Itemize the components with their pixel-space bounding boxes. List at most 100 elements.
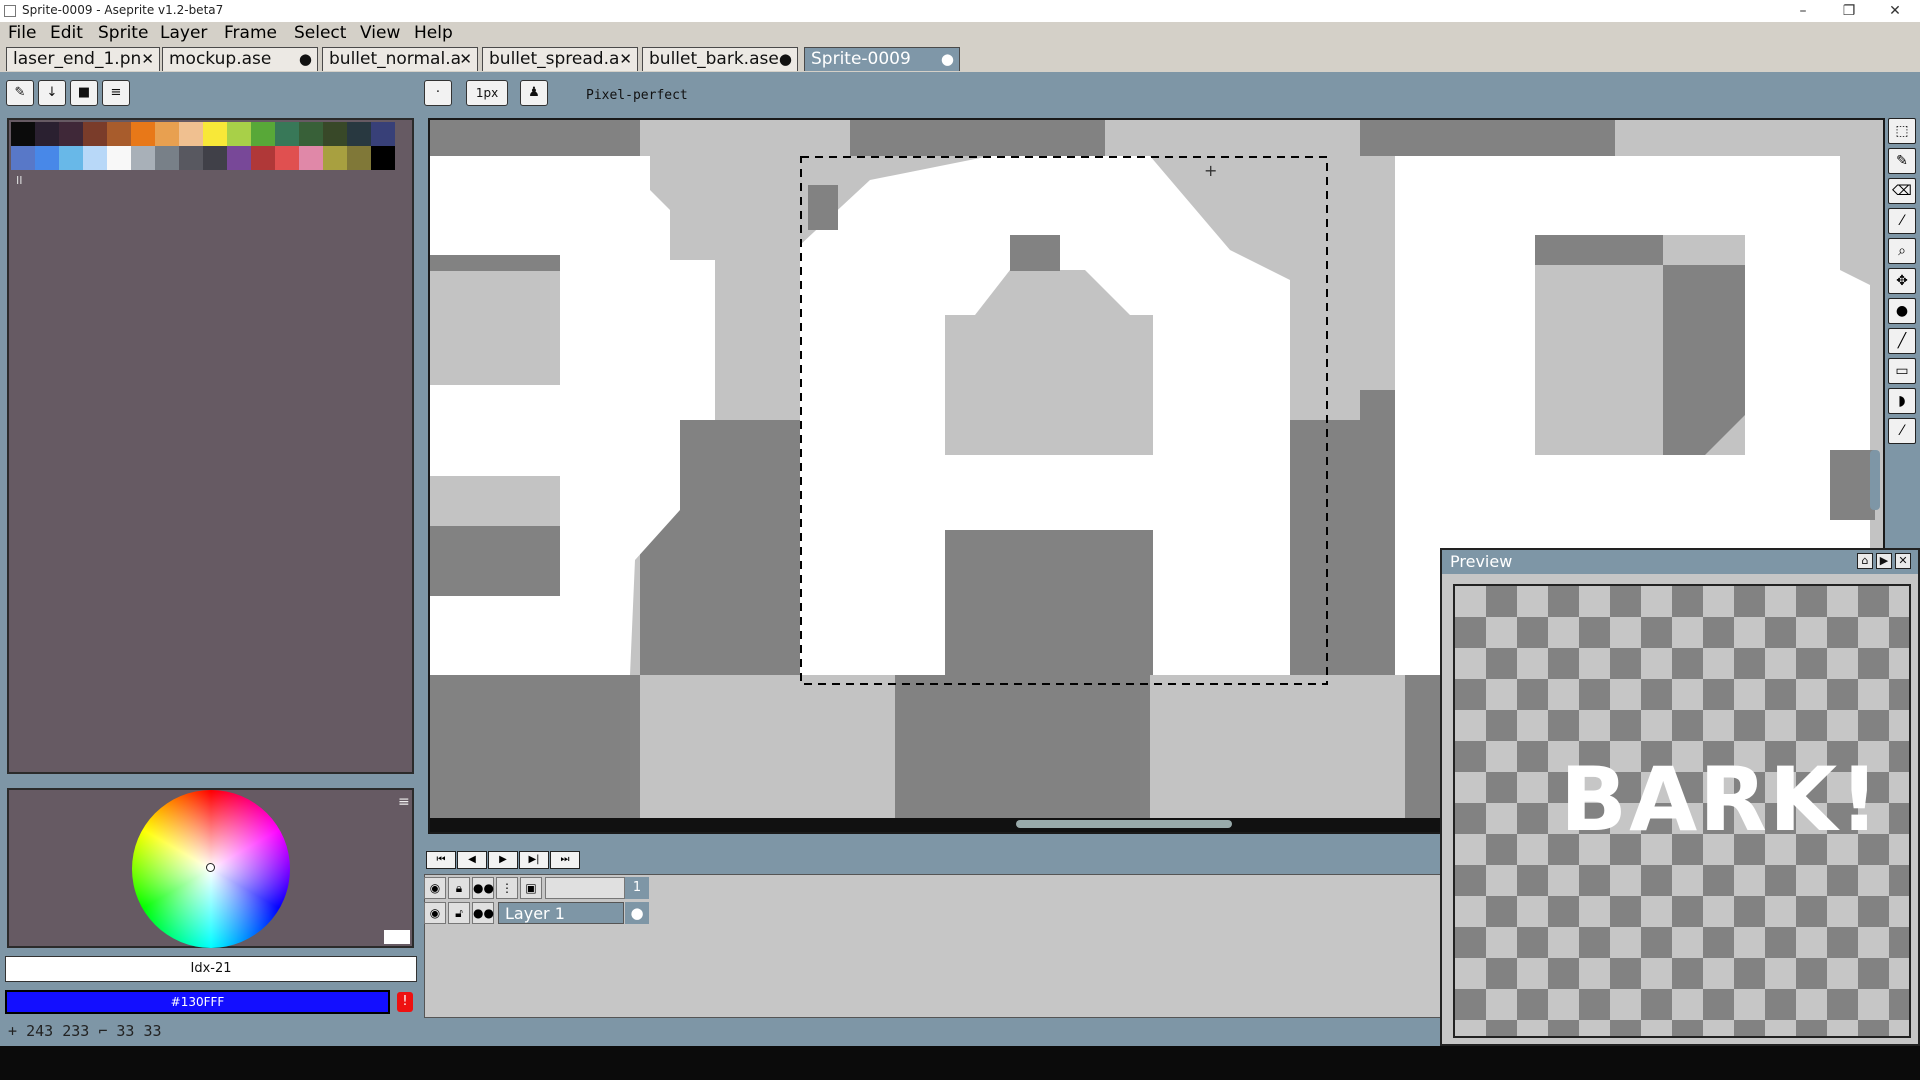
ink-type-icon[interactable]: ♟ [520,80,548,106]
color-wheel-cursor[interactable] [206,863,215,872]
tab-modified-icon[interactable]: ● [779,48,792,70]
palette-swatch[interactable] [11,122,35,146]
palette-swatch[interactable] [59,122,83,146]
palette-swatch[interactable] [275,122,299,146]
rectangle-tool-icon[interactable]: ▭ [1888,358,1916,384]
tab-modified-icon[interactable]: ● [299,48,312,70]
fill-tool-icon[interactable]: ● [1888,298,1916,324]
move-tool-icon[interactable]: ✥ [1888,268,1916,294]
preview-close-icon[interactable]: ✕ [1895,553,1911,569]
new-layer-icon[interactable]: ▣ [520,877,542,899]
palette-swatch[interactable] [179,146,203,170]
lock-icon[interactable]: 🔒︎ [448,877,470,899]
palette-swatch[interactable] [35,122,59,146]
brush-type-icon[interactable]: · [424,80,452,106]
tab-laser-end[interactable]: laser_end_1.pn ✕ [6,47,160,71]
stop-icon[interactable]: ■ [70,80,98,106]
eyedropper-tool-icon[interactable]: ⁄ [1888,208,1916,234]
palette-swatch[interactable] [155,146,179,170]
tab-mockup[interactable]: mockup.ase ● [162,47,318,71]
warning-icon[interactable]: ! [397,992,413,1012]
menu-lines-icon[interactable]: ≡ [102,80,130,106]
blur-tool-icon[interactable]: ⁄ [1888,418,1916,444]
palette-swatch[interactable] [179,122,203,146]
palette-swatch[interactable] [275,146,299,170]
pencil-mode-icon[interactable]: ✎ [6,80,34,106]
palette-swatch[interactable] [227,146,251,170]
line-tool-icon[interactable]: ╱ [1888,328,1916,354]
palette-swatch[interactable] [107,122,131,146]
color-swatch-white[interactable] [384,930,410,944]
close-button[interactable]: ✕ [1872,0,1918,22]
pencil-tool-icon[interactable]: ✎ [1888,148,1916,174]
menu-layer[interactable]: Layer [160,23,207,43]
layer-continuous-icon[interactable]: ●● [472,902,494,924]
palette-swatch[interactable] [347,122,371,146]
background-color-field[interactable]: #130FFF [5,990,390,1014]
preview-title-bar[interactable]: Preview [1442,550,1918,574]
eye-icon[interactable]: ◉ [424,877,446,899]
palette-swatch[interactable] [155,122,179,146]
palette-swatch[interactable] [203,122,227,146]
palette-swatch[interactable] [131,122,155,146]
palette-swatch[interactable] [347,146,371,170]
color-wheel-menu-icon[interactable]: ≡ [398,794,410,810]
onion-skin-icon[interactable]: ●● [472,877,494,899]
link-cels-icon[interactable]: ⋮ [496,877,518,899]
play-icon[interactable]: ▶ [488,851,518,869]
maximize-button[interactable]: ❐ [1826,0,1872,22]
palette-swatch[interactable] [35,146,59,170]
palette-swatch[interactable] [299,122,323,146]
eraser-tool-icon[interactable]: ⌫ [1888,178,1916,204]
marquee-tool-icon[interactable]: ⬚ [1888,118,1916,144]
arrow-down-icon[interactable]: ↓ [38,80,66,106]
menu-file[interactable]: File [8,23,36,43]
next-frame-icon[interactable]: ▶| [519,851,549,869]
menu-view[interactable]: View [360,23,400,43]
first-frame-icon[interactable]: ⏮ [426,851,456,869]
preview-play-icon[interactable]: ▶ [1876,553,1892,569]
foreground-color-field[interactable]: Idx-21 [5,956,417,982]
menu-edit[interactable]: Edit [50,23,83,43]
palette-swatch[interactable] [371,122,395,146]
tab-sprite-0009[interactable]: Sprite-0009 ● [804,47,960,71]
palette-swatch[interactable] [107,146,131,170]
frame-number[interactable]: 1 [625,877,649,899]
palette-swatch[interactable] [11,146,35,170]
preview-center-icon[interactable]: ⌂ [1857,553,1873,569]
palette-swatch[interactable] [299,146,323,170]
palette-swatch[interactable] [323,122,347,146]
minimize-button[interactable]: – [1780,0,1826,22]
palette-swatch[interactable] [83,122,107,146]
horizontal-scrollbar-thumb[interactable] [1016,820,1232,828]
tab-close-icon[interactable]: ✕ [141,48,154,70]
tab-bullet-bark[interactable]: bullet_bark.ase ● [642,47,798,71]
layer-lock-icon[interactable]: 🔓︎ [448,902,470,924]
vertical-scrollbar-thumb[interactable] [1870,450,1880,510]
tab-modified-icon[interactable]: ● [941,48,954,70]
menu-frame[interactable]: Frame [224,23,277,43]
zoom-tool-icon[interactable]: ⌕ [1888,238,1916,264]
palette-swatch[interactable] [227,122,251,146]
palette-resize-handle[interactable]: II [16,174,23,187]
palette-swatch[interactable] [371,146,395,170]
contour-tool-icon[interactable]: ◗ [1888,388,1916,414]
layer-visibility-icon[interactable]: ◉ [424,902,446,924]
tab-bullet-spread[interactable]: bullet_spread.a ✕ [482,47,638,71]
pixel-perfect-checkbox[interactable]: Pixel-perfect [586,88,688,103]
palette-swatch[interactable] [251,146,275,170]
palette-swatch[interactable] [59,146,83,170]
tab-close-icon[interactable]: ✕ [619,48,632,70]
last-frame-icon[interactable]: ⏭ [550,851,580,869]
palette-swatch[interactable] [323,146,347,170]
palette-swatch[interactable] [83,146,107,170]
palette-swatch[interactable] [251,122,275,146]
prev-frame-icon[interactable]: ◀ [457,851,487,869]
layer-name[interactable]: Layer 1 [498,902,624,924]
palette-swatch[interactable] [131,146,155,170]
brush-size-input[interactable]: 1px [466,80,508,106]
tab-bullet-normal[interactable]: bullet_normal.a ✕ [322,47,478,71]
tab-close-icon[interactable]: ✕ [459,48,472,70]
menu-help[interactable]: Help [414,23,453,43]
menu-select[interactable]: Select [294,23,346,43]
